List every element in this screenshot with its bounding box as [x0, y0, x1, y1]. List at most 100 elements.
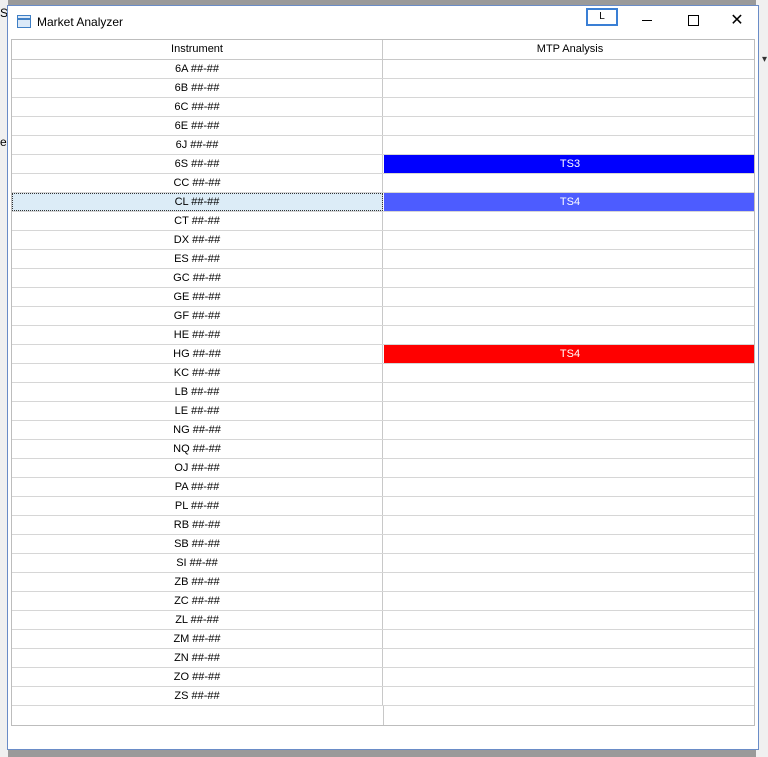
- instrument-cell[interactable]: LE ##-##: [12, 402, 383, 420]
- table-row[interactable]: HG ##-## TS4: [12, 345, 754, 364]
- mtp-analysis-cell[interactable]: [384, 611, 754, 629]
- table-row[interactable]: ZC ##-##: [12, 592, 754, 611]
- instrument-cell[interactable]: ZO ##-##: [12, 668, 383, 686]
- table-row[interactable]: DX ##-##: [12, 231, 754, 250]
- market-analyzer-grid[interactable]: Instrument MTP Analysis 6A ##-## 6B ##-##…: [11, 39, 755, 726]
- title-bar[interactable]: Market Analyzer L ✕: [8, 6, 758, 38]
- mtp-analysis-cell[interactable]: [384, 136, 754, 154]
- instrument-cell[interactable]: CC ##-##: [12, 174, 383, 192]
- mtp-analysis-cell[interactable]: [384, 668, 754, 686]
- instrument-cell[interactable]: NQ ##-##: [12, 440, 383, 458]
- instrument-cell[interactable]: DX ##-##: [12, 231, 383, 249]
- table-row[interactable]: 6J ##-##: [12, 136, 754, 155]
- mtp-analysis-cell[interactable]: [384, 516, 754, 534]
- table-row[interactable]: ZM ##-##: [12, 630, 754, 649]
- mtp-analysis-cell[interactable]: [384, 402, 754, 420]
- table-row[interactable]: HE ##-##: [12, 326, 754, 345]
- table-row[interactable]: ZS ##-##: [12, 687, 754, 706]
- mtp-analysis-cell[interactable]: [384, 98, 754, 116]
- instrument-cell[interactable]: 6E ##-##: [12, 117, 383, 135]
- instrument-cell[interactable]: NG ##-##: [12, 421, 383, 439]
- instrument-cell[interactable]: ZL ##-##: [12, 611, 383, 629]
- mtp-analysis-cell[interactable]: [384, 212, 754, 230]
- instrument-cell[interactable]: ZC ##-##: [12, 592, 383, 610]
- instrument-cell[interactable]: 6J ##-##: [12, 136, 383, 154]
- column-header-instrument[interactable]: Instrument: [12, 40, 383, 59]
- mtp-analysis-cell[interactable]: [384, 421, 754, 439]
- mtp-analysis-cell[interactable]: [384, 60, 754, 78]
- table-row[interactable]: NQ ##-##: [12, 440, 754, 459]
- table-row[interactable]: NG ##-##: [12, 421, 754, 440]
- table-row[interactable]: LB ##-##: [12, 383, 754, 402]
- mtp-analysis-cell[interactable]: [384, 478, 754, 496]
- mtp-analysis-cell[interactable]: [384, 459, 754, 477]
- instrument-cell[interactable]: ZS ##-##: [12, 687, 383, 705]
- table-row[interactable]: GF ##-##: [12, 307, 754, 326]
- table-row[interactable]: 6B ##-##: [12, 79, 754, 98]
- instrument-cell[interactable]: LB ##-##: [12, 383, 383, 401]
- instrument-cell[interactable]: ZB ##-##: [12, 573, 383, 591]
- instrument-cell[interactable]: PL ##-##: [12, 497, 383, 515]
- mtp-analysis-cell[interactable]: [384, 554, 754, 572]
- instrument-cell[interactable]: CT ##-##: [12, 212, 383, 230]
- instrument-cell[interactable]: GC ##-##: [12, 269, 383, 287]
- instrument-cell[interactable]: OJ ##-##: [12, 459, 383, 477]
- mtp-analysis-cell[interactable]: [384, 117, 754, 135]
- mtp-analysis-cell[interactable]: TS4: [384, 193, 754, 211]
- mtp-analysis-cell[interactable]: [384, 364, 754, 382]
- table-row[interactable]: RB ##-##: [12, 516, 754, 535]
- mtp-analysis-cell[interactable]: [384, 687, 754, 705]
- table-row[interactable]: KC ##-##: [12, 364, 754, 383]
- instrument-cell[interactable]: GE ##-##: [12, 288, 383, 306]
- instrument-cell[interactable]: KC ##-##: [12, 364, 383, 382]
- mtp-analysis-cell[interactable]: [384, 174, 754, 192]
- maximize-button[interactable]: [670, 6, 716, 36]
- table-row[interactable]: ES ##-##: [12, 250, 754, 269]
- table-row[interactable]: LE ##-##: [12, 402, 754, 421]
- instrument-cell[interactable]: HG ##-##: [12, 345, 383, 363]
- table-row[interactable]: 6E ##-##: [12, 117, 754, 136]
- mtp-analysis-cell[interactable]: TS3: [384, 155, 754, 173]
- empty-new-row[interactable]: [12, 706, 754, 725]
- mtp-analysis-cell[interactable]: [384, 535, 754, 553]
- mtp-analysis-cell[interactable]: [384, 326, 754, 344]
- instrument-cell[interactable]: ZN ##-##: [12, 649, 383, 667]
- link-button[interactable]: L: [586, 8, 618, 26]
- instrument-cell[interactable]: SI ##-##: [12, 554, 383, 572]
- mtp-analysis-cell[interactable]: [384, 269, 754, 287]
- mtp-analysis-cell[interactable]: TS4: [384, 345, 754, 363]
- dropdown-arrow-icon[interactable]: ▾: [762, 54, 767, 65]
- mtp-analysis-cell[interactable]: [384, 649, 754, 667]
- mtp-analysis-cell[interactable]: [384, 592, 754, 610]
- instrument-cell[interactable]: CL ##-##: [12, 193, 383, 211]
- mtp-analysis-cell[interactable]: [384, 231, 754, 249]
- table-row[interactable]: ZL ##-##: [12, 611, 754, 630]
- column-header-mtp-analysis[interactable]: MTP Analysis: [384, 40, 754, 59]
- table-row[interactable]: SI ##-##: [12, 554, 754, 573]
- table-row[interactable]: 6S ##-## TS3: [12, 155, 754, 174]
- instrument-cell[interactable]: RB ##-##: [12, 516, 383, 534]
- instrument-cell[interactable]: 6S ##-##: [12, 155, 383, 173]
- table-row[interactable]: GC ##-##: [12, 269, 754, 288]
- table-row[interactable]: CL ##-## TS4: [12, 193, 754, 212]
- table-row[interactable]: 6A ##-##: [12, 60, 754, 79]
- instrument-cell[interactable]: 6A ##-##: [12, 60, 383, 78]
- table-row[interactable]: CT ##-##: [12, 212, 754, 231]
- table-row[interactable]: PA ##-##: [12, 478, 754, 497]
- mtp-analysis-cell[interactable]: [384, 440, 754, 458]
- table-row[interactable]: 6C ##-##: [12, 98, 754, 117]
- instrument-cell[interactable]: 6C ##-##: [12, 98, 383, 116]
- instrument-cell[interactable]: HE ##-##: [12, 326, 383, 344]
- table-row[interactable]: OJ ##-##: [12, 459, 754, 478]
- instrument-cell[interactable]: 6B ##-##: [12, 79, 383, 97]
- mtp-analysis-cell[interactable]: [384, 307, 754, 325]
- table-row[interactable]: CC ##-##: [12, 174, 754, 193]
- table-row[interactable]: GE ##-##: [12, 288, 754, 307]
- close-button[interactable]: ✕: [714, 6, 760, 36]
- mtp-analysis-cell[interactable]: [384, 288, 754, 306]
- mtp-analysis-cell[interactable]: [384, 250, 754, 268]
- mtp-analysis-cell[interactable]: [384, 573, 754, 591]
- instrument-cell[interactable]: PA ##-##: [12, 478, 383, 496]
- instrument-cell[interactable]: GF ##-##: [12, 307, 383, 325]
- instrument-cell[interactable]: ZM ##-##: [12, 630, 383, 648]
